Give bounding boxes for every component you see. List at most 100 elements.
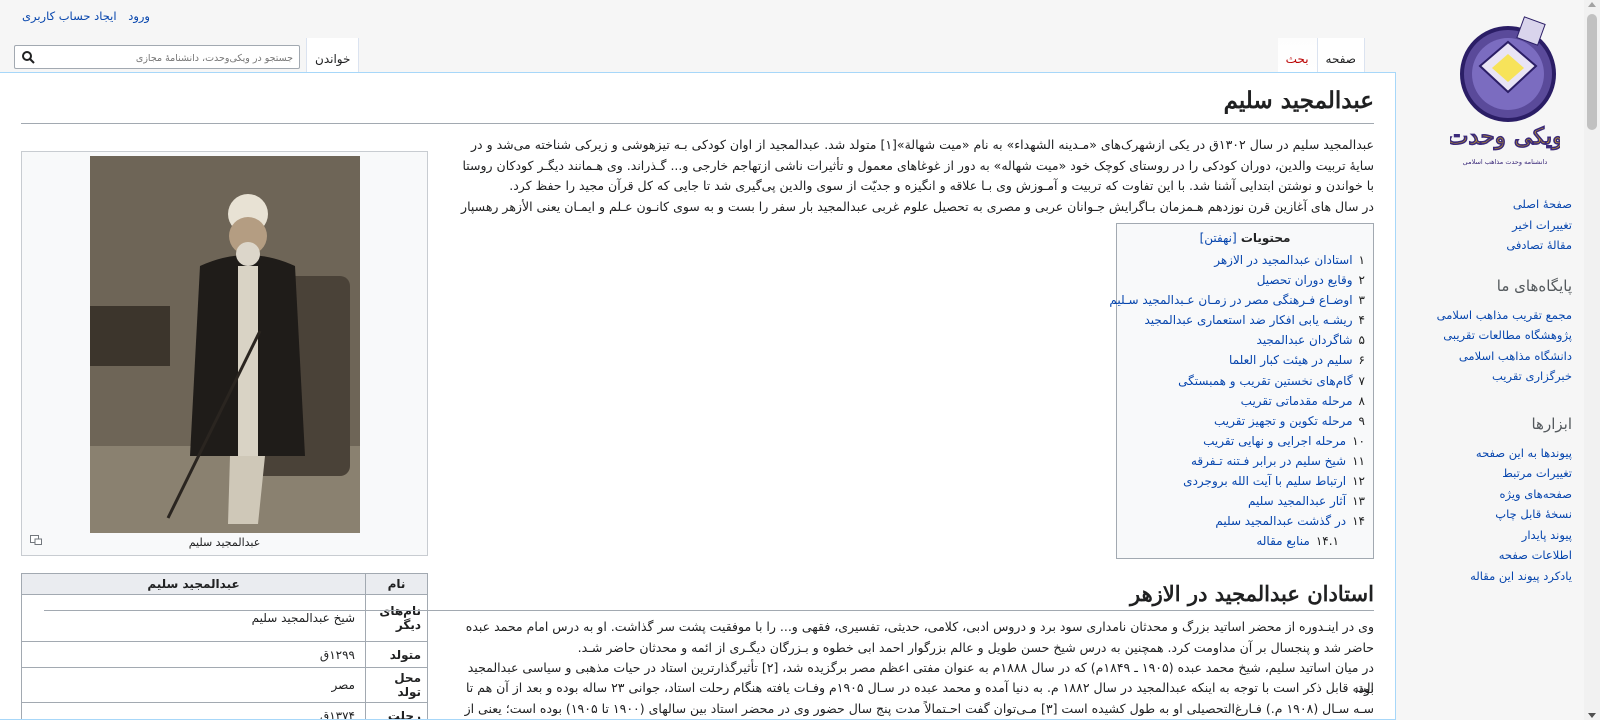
toc-label[interactable]: مرحله اجرایی و نهایی تقریب [1203,434,1346,448]
infobox-row: متولد ۱۲۹۹ق [21,641,428,668]
scroll-up-arrow-icon[interactable] [1588,2,1596,7]
toc-item[interactable]: ۴ ریشـه یابی افکار ضد استعماری عبدالمجید [1109,310,1365,330]
toc-item[interactable]: ۶ سلیم در هیئت کبار العلما [1109,350,1365,370]
search-box [14,45,300,70]
magnify-icon[interactable] [30,535,42,545]
toc-label[interactable]: گام‌های نخستین تقریب و همبستگی [1178,374,1352,388]
search-input[interactable] [37,47,293,70]
sidebar-item-permalink[interactable]: پیوند پایدار [1470,525,1572,546]
toc-number: ۳ [1358,293,1365,308]
toc-hide-toggle[interactable]: [نهفتن] [1200,231,1237,245]
sidebar-item-base-3[interactable]: دانشگاه مذاهب اسلامی [1437,346,1572,367]
tools-heading: ابزارها [1531,415,1572,433]
sidebar-item-cite[interactable]: یادکرد پیوند این مقاله [1470,566,1572,587]
section-heading: استادان عبدالمجید در الازهر [44,581,1374,611]
toc-label[interactable]: شاگردان عبدالمجید [1257,333,1353,347]
tab-page[interactable]: صفحه [1317,38,1365,72]
toc-item[interactable]: ۱۳ آثار عبدالمجید سلیم [1109,491,1365,511]
toc-list: ۱ استادان عبدالمجید در الازهر ۲ وقایع دورا… [1109,250,1365,551]
page-title: عبدالمجید سلیم [1223,87,1374,114]
logo-text: ویکی وحدت [1450,123,1560,151]
sidebar-item-printable[interactable]: نسخهٔ قابل چاپ [1470,504,1572,525]
toc-title: محتویات [نهفتن] [1117,231,1373,245]
sidebar-item-main-page[interactable]: صفحهٔ اصلی [1506,194,1572,215]
tab-read[interactable]: خواندن [306,38,360,72]
sidebar-item-recent-changes[interactable]: تغییرات اخیر [1506,215,1572,236]
infobox-value: ۱۲۹۹ق [21,641,366,668]
bases-heading: پایگاه‌های ما [1496,277,1572,295]
toc-number: ۱۱ [1352,453,1365,468]
infobox-label: متولد [365,641,428,668]
toc-label[interactable]: مرحله مقدماتی تقریب [1241,394,1353,408]
nav-portal: صفحهٔ اصلی تغییرات اخیر مقالهٔ تصادفی [1506,194,1572,256]
image-caption: عبدالمجید سلیم [188,536,261,549]
toc-label[interactable]: در گذشت عبدالمجید سلیم [1215,514,1346,528]
section-paragraph-1: وی در اینـدوره از محضر اساتید بزرگ و محد… [465,619,1374,655]
toc-item[interactable]: ۱ استادان عبدالمجید در الازهر [1109,250,1365,270]
infobox-row: رحلت ۱۳۷۴ق [21,702,428,719]
tab-discussion[interactable]: بحث [1277,38,1318,72]
sidebar-item-page-info[interactable]: اطلاعات صفحه [1470,545,1572,566]
personal-tools: ورود ایجاد حساب کاربری [14,9,150,23]
toc-label[interactable]: شیخ سلیم در برابر فـتنه تـفرقه [1191,454,1346,468]
tools-portal: ابزارها پیوندها به این صفحه تغییرات مرتب… [1470,414,1572,586]
create-account-link[interactable]: ایجاد حساب کاربری [22,9,117,23]
portrait-image[interactable] [90,156,360,533]
scroll-down-arrow-icon[interactable] [1588,713,1596,718]
page-scrollbar[interactable] [1584,0,1600,720]
toc-label[interactable]: ارتباط سلیم با آیت الله بروجردی [1183,474,1346,488]
toc-item[interactable]: ۷ گام‌های نخستین تقریب و همبستگی [1109,371,1365,391]
toc-item[interactable]: ۵ شاگردان عبدالمجید [1109,330,1365,350]
sidebar-item-base-2[interactable]: پژوهشگاه مطالعات تقریبی [1437,325,1572,346]
sidebar-item-what-links-here[interactable]: پیوندها به این صفحه [1470,443,1572,464]
sidebar-item-base-4[interactable]: خبرگزاری تقریب [1437,366,1572,387]
toc-number: ۹ [1358,413,1365,428]
toc-number: ۸ [1358,393,1365,408]
infobox-row: محل تولد مصر [21,667,428,703]
toc-label[interactable]: اوضـاع فـرهنگی مصر در زمـان عـبدالمجید س… [1109,293,1352,307]
toc-number: ۱۲ [1352,474,1365,489]
toc-heading: محتویات [1240,231,1291,245]
sidebar: ویکی وحدت دانشنامه وحدت مذاهب اسلامی صفح… [1408,0,1584,720]
toc-item[interactable]: ۲ وقایع دوران تحصیل [1109,270,1365,290]
infobox-value: مصر [21,667,366,703]
toc-item[interactable]: ۱۰ مرحله اجرایی و نهایی تقریب [1109,431,1365,451]
toc-number: ۱۳ [1352,494,1365,509]
toc-item[interactable]: ۳ اوضـاع فـرهنگی مصر در زمـان عـبدالمجید … [1109,290,1365,310]
bases-portal: پایگاه‌های ما مجمع تقریب مذاهب اسلامی پژ… [1437,276,1572,387]
toc-item[interactable]: ۸ مرحله مقدماتی تقریب [1109,391,1365,411]
toc-number: ۵ [1358,333,1365,348]
infobox-label: رحلت [365,702,428,719]
toc-label[interactable]: منابع مقاله [1256,534,1310,548]
toc-item[interactable]: ۱۱ شیخ سلیم در برابر فـتنه تـفرقه [1109,451,1365,471]
toc-item[interactable]: ۹ مرحله تکوین و تجهیز تقریب [1109,411,1365,431]
sidebar-item-special-pages[interactable]: صفحه‌های ویژه [1470,484,1572,505]
image-thumbnail: عبدالمجید سلیم [21,151,428,556]
site-logo[interactable]: ویکی وحدت دانشنامه وحدت مذاهب اسلامی [1450,12,1560,177]
toc-label[interactable]: مرحله تکوین و تجهیز تقریب [1214,414,1353,428]
infobox-value: ۱۳۷۴ق [21,702,366,719]
toc-subitem[interactable]: ۱۴.۱ منابع مقاله [1109,531,1365,551]
table-of-contents: محتویات [نهفتن] ۱ استادان عبدالمجید در ال… [1109,223,1374,559]
toc-label[interactable]: ریشـه یابی افکار ضد استعماری عبدالمجید [1144,313,1352,327]
sidebar-item-related-changes[interactable]: تغییرات مرتبط [1470,463,1572,484]
toc-number: ۶ [1358,353,1365,368]
sidebar-item-random-article[interactable]: مقالهٔ تصادفی [1506,235,1572,256]
toc-item[interactable]: ۱۲ ارتباط سلیم با آیت الله بروجردی [1109,471,1365,491]
toc-item[interactable]: ۱۴ در گذشت عبدالمجید سلیم [1109,511,1365,531]
title-divider [21,123,1374,124]
toc-label[interactable]: سلیم در هیئت کبار العلما [1229,353,1353,367]
login-link[interactable]: ورود [128,9,150,23]
infobox-label: محل تولد [365,667,428,703]
toc-number: ۴ [1358,313,1365,328]
toc-label[interactable]: وقایع دوران تحصیل [1257,273,1353,287]
sidebar-item-base-1[interactable]: مجمع تقریب مذاهب اسلامی [1437,305,1572,326]
toc-number: ۱ [1358,253,1365,267]
view-tabs: خواندن [306,38,360,72]
intro-paragraph-1: عبدالمجید سلیم در سال ۱۳۰۲ق در یکی ازشهر… [462,137,1374,193]
scrollbar-thumb[interactable] [1587,14,1597,130]
search-icon[interactable] [21,50,35,64]
toc-label[interactable]: استادان عبدالمجید در الازهر [1214,253,1352,267]
toc-number: ۷ [1358,373,1365,388]
toc-label[interactable]: آثار عبدالمجید سلیم [1248,494,1346,508]
